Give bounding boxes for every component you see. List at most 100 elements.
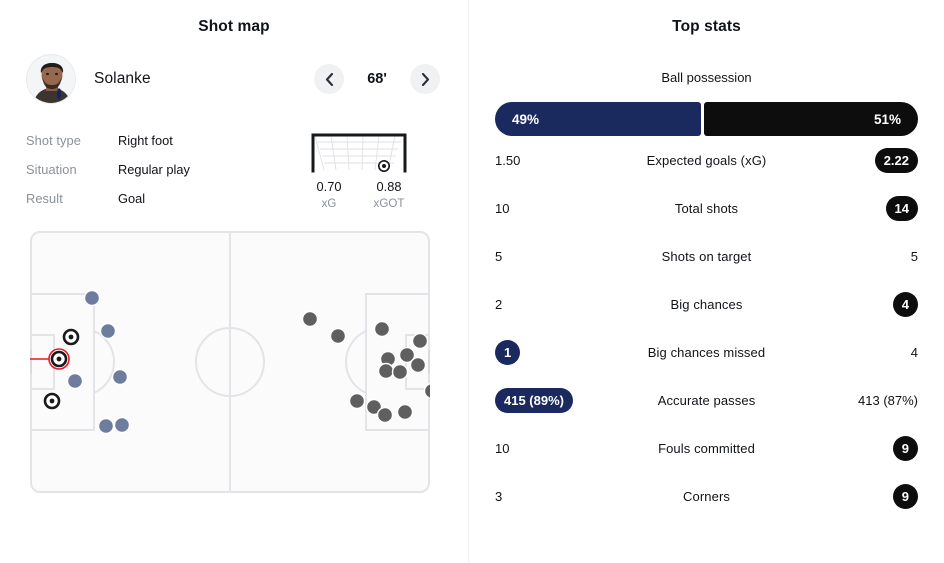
stat-left-value: 3	[495, 488, 503, 504]
stat-right-cell: 4	[814, 346, 918, 359]
stat-row: 3 Corners 9	[495, 472, 918, 520]
stat-right-cell: 413 (87%)	[814, 394, 918, 407]
player-avatar-icon	[27, 55, 75, 103]
xgot-cell: 0.88 xGOT	[359, 179, 419, 210]
stat-right-cell: 9	[814, 435, 918, 461]
prev-shot-button[interactable]	[314, 64, 344, 94]
stat-name: Big chances	[670, 296, 743, 312]
detail-row: Result Goal	[26, 184, 276, 213]
stat-right-value: 413 (87%)	[858, 392, 918, 408]
shot-map-panel: Shot map Solanke 68' Shot type Right foo…	[0, 0, 468, 563]
shot-dot[interactable]	[99, 322, 117, 340]
detail-row: Shot type Right foot	[26, 126, 276, 155]
stat-left-value: 415 (89%)	[495, 387, 573, 413]
detail-value: Goal	[118, 191, 146, 206]
match-stats-screen: Shot map Solanke 68' Shot type Right foo…	[0, 0, 944, 563]
stat-left-value: 10	[495, 440, 510, 456]
stat-name: Big chances missed	[647, 344, 766, 360]
possession-away: 51%	[704, 102, 918, 136]
stat-left-value: 10	[495, 200, 510, 216]
shot-dot[interactable]	[348, 392, 366, 410]
shot-map-title: Shot map	[198, 18, 270, 35]
shot-dot[interactable]	[329, 327, 347, 345]
detail-row: Situation Regular play	[26, 155, 276, 184]
ball-marker-icon	[378, 159, 391, 172]
stat-name: Accurate passes	[657, 392, 756, 408]
pitch-container	[0, 231, 468, 493]
xg-value: 0.70	[316, 179, 342, 194]
stat-left-cell: 3	[495, 490, 599, 503]
stat-right-cell: 5	[814, 250, 918, 263]
shot-map-pitch[interactable]	[30, 231, 430, 493]
shot-goal-marker[interactable]	[62, 328, 80, 346]
shot-dot[interactable]	[391, 363, 409, 381]
stat-left-cell: 10	[495, 202, 599, 215]
stat-name: Fouls committed	[658, 440, 755, 456]
stat-right-value: 5	[910, 248, 918, 264]
stat-right-cell: 4	[814, 291, 918, 317]
shot-dot[interactable]	[83, 289, 101, 307]
shot-dot[interactable]	[411, 332, 429, 350]
stat-left-cell: 10	[495, 442, 599, 455]
detail-value: Regular play	[118, 162, 190, 177]
goal-mouth: 0.70 xG 0.88 xGOT	[276, 126, 442, 213]
xg-label: xG	[321, 197, 337, 210]
top-stats-title: Top stats	[672, 18, 741, 35]
stat-right-cell: 2.22	[814, 147, 918, 173]
xgot-label: xGOT	[373, 197, 405, 210]
stat-right-value: 14	[885, 195, 918, 221]
shot-dot[interactable]	[301, 310, 319, 328]
stat-rows: 1.50 Expected goals (xG) 2.22 10 Total shots…	[495, 136, 918, 520]
shot-dot[interactable]	[409, 356, 427, 374]
stat-left-cell: 2	[495, 298, 599, 311]
stat-left-cell: 415 (89%)	[495, 387, 599, 413]
shot-dot[interactable]	[113, 416, 131, 434]
stat-row: 415 (89%) Accurate passes 413 (87%)	[495, 376, 918, 424]
stat-right-value: 2.22	[874, 147, 918, 173]
chevron-left-icon	[325, 72, 333, 86]
shot-dot[interactable]	[111, 368, 129, 386]
stat-right-value: 9	[892, 435, 918, 461]
xg-values: 0.70 xG 0.88 xGOT	[276, 179, 442, 210]
shot-dot[interactable]	[396, 403, 414, 421]
possession-bar: 49% 51%	[495, 102, 918, 136]
shot-dot[interactable]	[373, 320, 391, 338]
stat-row: 1.50 Expected goals (xG) 2.22	[495, 136, 918, 184]
goal-frame-icon	[311, 133, 407, 173]
detail-label: Shot type	[26, 133, 81, 148]
stat-left-value: 1	[495, 339, 521, 365]
shot-dot[interactable]	[376, 406, 394, 424]
shot-dot[interactable]	[97, 417, 115, 435]
possession-away-value: 51%	[873, 111, 901, 127]
stat-name: Shots on target	[661, 248, 752, 264]
stat-right-value: 4	[910, 344, 918, 360]
player-header: Solanke 68'	[0, 54, 468, 104]
detail-label: Situation	[26, 162, 77, 177]
player-name: Solanke	[94, 70, 151, 87]
shot-details-table: Shot type Right foot Situation Regular p…	[26, 126, 276, 213]
detail-label: Result	[26, 191, 63, 206]
stat-row: 1 Big chances missed 4	[495, 328, 918, 376]
shot-nav: 68'	[314, 64, 440, 94]
stat-row: 5 Shots on target 5	[495, 232, 918, 280]
stat-left-cell: 1	[495, 339, 599, 365]
next-shot-button[interactable]	[410, 64, 440, 94]
stat-left-value: 1.50	[495, 152, 521, 168]
stat-row: 10 Fouls committed 9	[495, 424, 918, 472]
stat-row: 2 Big chances 4	[495, 280, 918, 328]
possession-home: 49%	[495, 102, 702, 136]
stat-row: 10 Total shots 14	[495, 184, 918, 232]
shot-dot[interactable]	[377, 362, 395, 380]
shot-goal-marker[interactable]	[43, 392, 61, 410]
stat-right-value: 4	[892, 291, 918, 317]
avatar[interactable]	[26, 54, 76, 104]
shot-minute: 68'	[367, 71, 387, 87]
stat-left-cell: 1.50	[495, 154, 599, 167]
top-stats-body: Ball possession 49% 51% 1.50 Expected goa…	[469, 70, 944, 520]
detail-value: Right foot	[118, 133, 173, 148]
stat-left-cell: 5	[495, 250, 599, 263]
shot-dot[interactable]	[66, 372, 84, 390]
stat-name: Corners	[683, 488, 730, 504]
xg-cell: 0.70 xG	[299, 179, 359, 210]
stat-right-cell: 14	[814, 195, 918, 221]
